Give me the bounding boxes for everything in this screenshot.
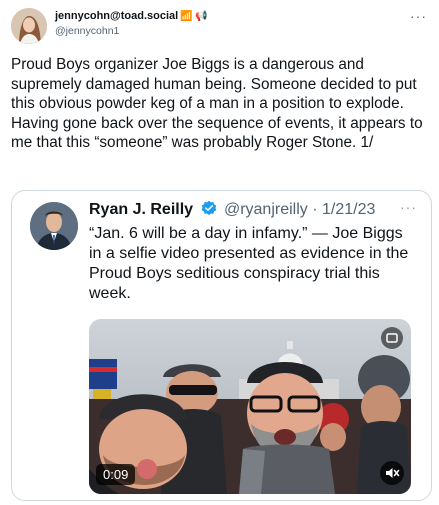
video-thumbnail [89, 319, 411, 494]
quoted-header: Ryan J. Reilly @ryanjreilly · 1/21/23 [89, 200, 375, 221]
author-names: jennycohn@toad.social 📶 📢 @jennycohn1 [55, 10, 208, 37]
quoted-post[interactable]: Ryan J. Reilly @ryanjreilly · 1/21/23 ··… [11, 190, 432, 501]
post-header: jennycohn@toad.social 📶 📢 @jennycohn1 ··· [11, 6, 431, 46]
author-avatar[interactable] [11, 8, 47, 44]
quoted-handle-date[interactable]: @ryanjreilly · 1/21/23 [224, 201, 375, 218]
author-emoji: 📶 📢 [180, 11, 208, 22]
video-player[interactable]: 0:09 [89, 319, 411, 494]
author-display-text[interactable]: jennycohn@toad.social [55, 10, 178, 22]
video-duration: 0:09 [96, 464, 136, 485]
author-display-name[interactable]: jennycohn@toad.social 📶 📢 [55, 10, 208, 22]
post-text: Proud Boys organizer Joe Biggs is a dang… [11, 56, 423, 151]
verified-badge-icon [201, 200, 217, 221]
speaker-muted-icon[interactable] [380, 461, 404, 485]
quoted-author-avatar[interactable] [30, 202, 78, 250]
quoted-ellipsis-icon[interactable]: ··· [400, 199, 417, 215]
quoted-text: “Jan. 6 will be a day in infamy.” — Joe … [89, 225, 409, 302]
quoted-author-name[interactable]: Ryan J. Reilly [89, 201, 193, 218]
author-handle[interactable]: @jennycohn1 [55, 25, 208, 37]
ellipsis-icon[interactable]: ··· [410, 8, 427, 24]
video-badge-icon [381, 327, 403, 349]
